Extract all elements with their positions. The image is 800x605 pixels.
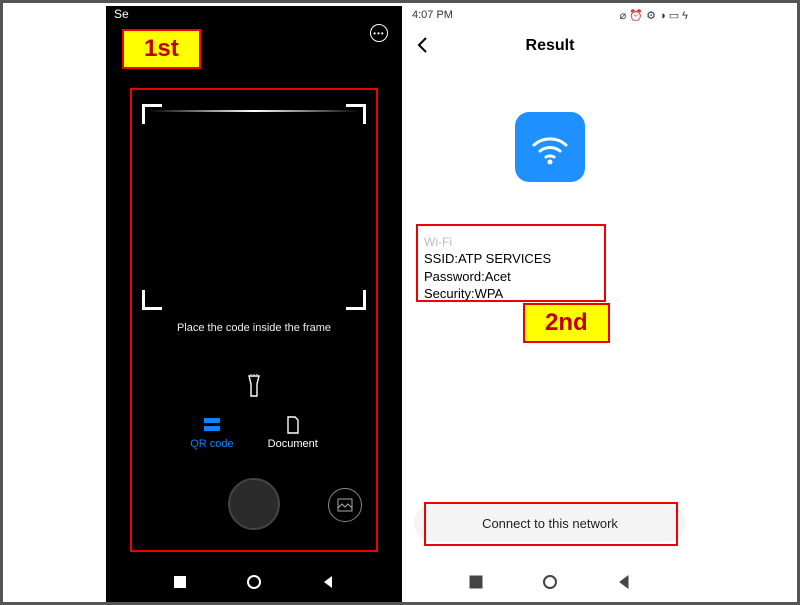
document-icon [284, 416, 302, 434]
flashlight-icon[interactable] [245, 374, 263, 405]
nav-bar [106, 562, 402, 602]
tab-qr-code[interactable]: QR code [190, 416, 233, 450]
wifi-ssid: SSID:ATP SERVICES [424, 250, 598, 268]
callout-second: 2nd [523, 303, 610, 343]
status-left: Se [114, 7, 129, 21]
tab-label: QR code [190, 438, 233, 450]
status-bar: Se [106, 6, 402, 22]
back-icon[interactable] [414, 36, 432, 54]
wifi-label: Wi-Fi [424, 234, 598, 250]
qr-icon [203, 416, 221, 434]
wifi-security: Security:WPA [424, 285, 598, 303]
shutter-button[interactable] [228, 478, 280, 530]
wifi-icon [515, 112, 585, 182]
image-icon [337, 497, 353, 513]
mode-tabs: QR code Document [106, 416, 402, 450]
gallery-button[interactable] [328, 488, 362, 522]
wifi-password: Password:Acet [424, 268, 598, 286]
wifi-result-box: Wi-Fi SSID:ATP SERVICES Password:Acet Se… [416, 224, 606, 302]
status-bar: 4:07 PM ⌀ ⏰ ⚙ ◑ ▭ ϟ [402, 6, 698, 24]
nav-home-icon[interactable] [543, 575, 557, 589]
nav-bar [402, 562, 698, 602]
scan-hint-text: Place the code inside the frame [106, 322, 402, 334]
nav-recent-icon[interactable] [173, 575, 187, 589]
page-title: Result [526, 37, 575, 55]
header: Result [402, 24, 698, 68]
annotation-outline [424, 502, 678, 546]
scanner-screen: Se ••• Place the code inside the frame Q… [106, 6, 402, 602]
tab-label: Document [268, 438, 318, 450]
nav-home-icon[interactable] [247, 575, 261, 589]
nav-recent-icon[interactable] [469, 575, 483, 589]
nav-back-icon[interactable] [321, 575, 335, 589]
callout-first: 1st [122, 29, 201, 69]
status-icons: ⌀ ⏰ ⚙ ◑ ▭ ϟ [620, 9, 688, 22]
status-time: 4:07 PM [412, 9, 453, 21]
nav-back-icon[interactable] [617, 575, 631, 589]
scan-frame [142, 104, 366, 310]
tab-document[interactable]: Document [268, 416, 318, 450]
more-icon[interactable]: ••• [370, 24, 388, 42]
